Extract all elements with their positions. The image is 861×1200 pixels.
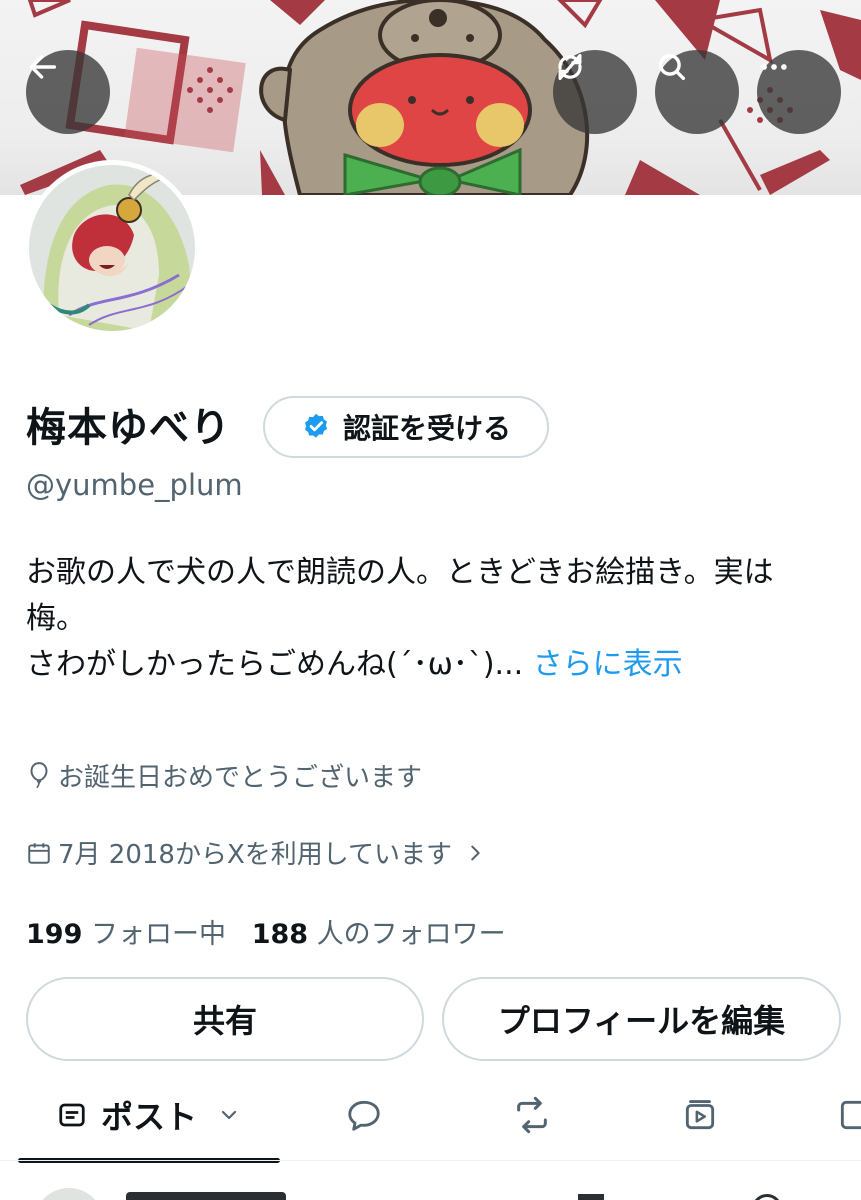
- calendar-icon: [28, 842, 50, 864]
- post-menu-icon[interactable]: [752, 1194, 782, 1200]
- joined-row[interactable]: 7月 2018からXを利用しています: [26, 834, 486, 871]
- bio-line: さわがしかったらごめんね(´･ω･`)... さらに表示: [26, 642, 846, 688]
- profile-tabs: ポスト: [0, 1075, 861, 1163]
- verified-badge-icon: [304, 413, 327, 438]
- birthday-text: お誕生日おめでとうございます: [58, 763, 423, 793]
- reply-icon: [348, 1100, 380, 1131]
- post-avatar: [34, 1188, 104, 1200]
- chevron-right-icon: [471, 845, 480, 860]
- get-verified-button[interactable]: 認証を受ける: [263, 396, 549, 458]
- joined-text: 7月 2018からXを利用しています: [58, 840, 453, 870]
- chevron-down-icon: [221, 1110, 237, 1120]
- edit-profile-button[interactable]: プロフィールを編集: [442, 977, 841, 1061]
- post-meta-placeholder: [578, 1194, 604, 1200]
- followers-label: 人のフォロワー: [316, 919, 506, 950]
- share-button[interactable]: 共有: [26, 977, 424, 1061]
- post-author-placeholder: [126, 1192, 286, 1200]
- repost-icon: [517, 1096, 547, 1134]
- avatar-illustration: [29, 165, 195, 331]
- bio-line: 梅。: [26, 601, 86, 636]
- tab-more[interactable]: [836, 1075, 861, 1155]
- balloon-icon: [30, 761, 48, 788]
- bio-line-text: さわがしかったらごめんね(´･ω･`)...: [26, 647, 524, 682]
- more-button[interactable]: [757, 50, 841, 134]
- bookmark-icon: [840, 1100, 861, 1130]
- tab-reposts[interactable]: [490, 1075, 574, 1155]
- post-icon: [59, 1103, 85, 1127]
- followers-count: 188: [251, 919, 309, 950]
- bio: お歌の人で犬の人で朗読の人。ときどきお絵描き。実は 梅。 さわがしかったらごめん…: [26, 550, 846, 688]
- avatar[interactable]: [24, 160, 200, 336]
- tab-replies[interactable]: [322, 1075, 406, 1155]
- search-button[interactable]: [655, 50, 739, 134]
- following-count: 199: [26, 919, 83, 950]
- post-preview: [0, 1176, 861, 1200]
- share-label: 共有: [192, 1002, 257, 1040]
- bio-line: お歌の人で犬の人で朗読の人。ときどきお絵描き。実は: [26, 555, 774, 590]
- back-arrow-icon: [29, 55, 57, 79]
- user-handle: @yumbe_plum: [26, 468, 243, 502]
- following-label: フォロー中: [90, 919, 226, 950]
- sync-icon: [558, 54, 582, 80]
- display-name: 梅本ゆべり: [26, 405, 231, 451]
- edit-profile-label: プロフィールを編集: [497, 1002, 786, 1040]
- tabs-divider: [0, 1160, 861, 1161]
- video-icon: [685, 1100, 715, 1130]
- back-button[interactable]: [26, 50, 110, 134]
- tab-media[interactable]: [658, 1075, 742, 1155]
- follow-stats: 199 フォロー中 188 人のフォロワー: [26, 912, 506, 951]
- get-verified-label: 認証を受ける: [342, 412, 511, 445]
- followers-link[interactable]: 188 人のフォロワー: [252, 919, 506, 950]
- birthday-row: お誕生日おめでとうございます: [26, 757, 422, 794]
- show-more-link[interactable]: さらに表示: [533, 647, 683, 682]
- search-icon: [658, 53, 686, 81]
- sync-button[interactable]: [553, 50, 637, 134]
- following-link[interactable]: 199 フォロー中: [26, 919, 226, 950]
- tab-posts-label: ポスト: [100, 1098, 197, 1136]
- tab-posts[interactable]: ポスト: [18, 1075, 280, 1155]
- more-icon: [761, 64, 787, 70]
